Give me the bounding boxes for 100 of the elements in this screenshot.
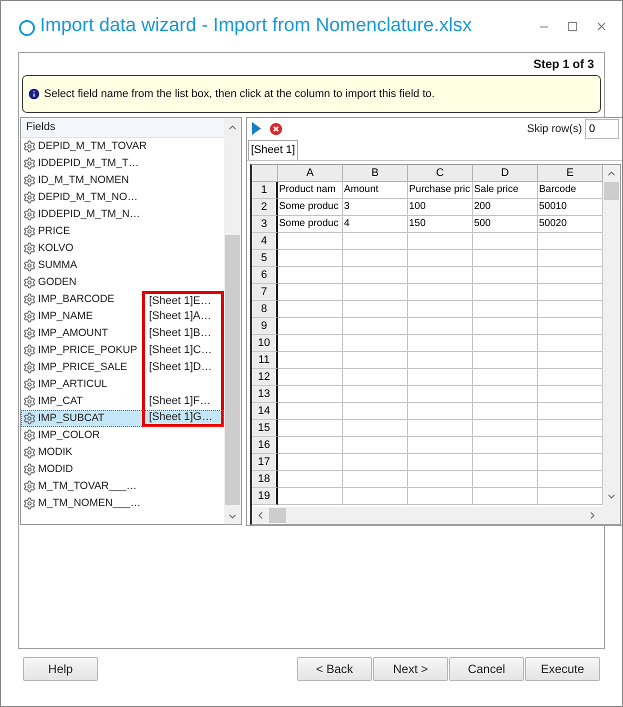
grid-cell[interactable]	[278, 420, 343, 437]
skip-rows-field[interactable]: 0	[585, 118, 619, 139]
grid-cell[interactable]	[343, 300, 408, 318]
grid-cell[interactable]	[473, 368, 538, 386]
field-item[interactable]: DEPID_M_TM_NO…	[21, 189, 224, 206]
grid-cell[interactable]	[278, 318, 343, 335]
dialog-button[interactable]: Next >	[373, 657, 448, 681]
cancel-icon[interactable]	[270, 122, 282, 135]
grid-cell[interactable]	[473, 266, 538, 284]
grid-cell[interactable]	[408, 232, 473, 250]
dialog-button[interactable]: Help	[23, 657, 98, 681]
scrollbar-thumb[interactable]	[604, 182, 619, 200]
grid-cell[interactable]	[408, 470, 473, 488]
grid-cell[interactable]	[473, 454, 538, 471]
grid-cell[interactable]	[473, 318, 538, 335]
grid-cell[interactable]	[343, 266, 408, 284]
column-header[interactable]: E	[538, 164, 603, 182]
grid-cell[interactable]	[343, 284, 408, 301]
grid-cell[interactable]	[473, 300, 538, 318]
grid-cell[interactable]	[473, 386, 538, 403]
field-item[interactable]: IMP_SUBCAT [Sheet 1]G…	[21, 410, 224, 427]
grid-cell[interactable]	[343, 334, 408, 352]
grid-cell[interactable]: Purchase pric	[408, 182, 473, 199]
grid-cell[interactable]: Some produc	[278, 216, 343, 233]
scrollbar-thumb[interactable]	[269, 508, 286, 523]
grid-cell[interactable]	[473, 420, 538, 437]
grid-cell[interactable]	[278, 470, 343, 488]
grid-cell[interactable]	[473, 232, 538, 250]
grid-cell[interactable]	[343, 232, 408, 250]
grid-cell[interactable]	[278, 250, 343, 267]
grid-cell[interactable]	[408, 402, 473, 420]
grid-cell[interactable]	[343, 488, 408, 505]
field-item[interactable]: SUMMA	[21, 257, 224, 274]
grid-cell[interactable]: Some produc	[278, 198, 343, 216]
field-item[interactable]: DEPID_M_TM_TOVAR	[21, 138, 224, 155]
grid-cell[interactable]	[278, 402, 343, 420]
field-item[interactable]: GODEN	[21, 274, 224, 291]
grid-cell[interactable]	[278, 436, 343, 454]
grid-cell[interactable]	[408, 300, 473, 318]
maximize-icon[interactable]	[567, 21, 578, 32]
grid-cell[interactable]: 150	[408, 216, 473, 233]
grid-cell[interactable]	[343, 352, 408, 369]
grid-cell[interactable]	[408, 436, 473, 454]
grid-cell[interactable]	[343, 318, 408, 335]
grid-cell[interactable]	[408, 284, 473, 301]
grid-cell[interactable]	[278, 266, 343, 284]
scrollbar-thumb[interactable]	[225, 235, 240, 505]
grid-cell[interactable]	[408, 250, 473, 267]
field-item[interactable]: ID_M_TM_NOMEN	[21, 172, 224, 189]
column-header[interactable]: B	[343, 164, 408, 182]
grid-cell[interactable]	[473, 352, 538, 369]
grid-cell[interactable]	[278, 368, 343, 386]
field-item[interactable]: IMP_COLOR	[21, 427, 224, 444]
grid-cell[interactable]	[408, 420, 473, 437]
grid-cell[interactable]	[343, 436, 408, 454]
grid-cell[interactable]	[473, 488, 538, 505]
grid-cell[interactable]	[408, 318, 473, 335]
grid-cell[interactable]	[473, 470, 538, 488]
sheet-tab[interactable]: [Sheet 1]	[248, 140, 298, 160]
field-item[interactable]: M_TM_TOVAR___…	[21, 478, 224, 495]
grid-cell[interactable]	[408, 386, 473, 403]
grid-cell[interactable]	[278, 300, 343, 318]
grid-cell[interactable]: Sale price	[473, 182, 538, 199]
column-header[interactable]: A	[278, 164, 343, 182]
grid-cell[interactable]	[278, 386, 343, 403]
grid-cell[interactable]	[408, 368, 473, 386]
grid-cell[interactable]	[473, 436, 538, 454]
grid-cell[interactable]: 3	[343, 198, 408, 216]
grid-cell[interactable]	[343, 368, 408, 386]
grid-cell[interactable]	[473, 284, 538, 301]
column-header[interactable]: C	[408, 164, 473, 182]
grid-cell[interactable]	[343, 250, 408, 267]
grid-cell[interactable]	[278, 284, 343, 301]
field-item[interactable]: PRICE	[21, 223, 224, 240]
grid-cell[interactable]	[473, 402, 538, 420]
grid-cell[interactable]	[278, 334, 343, 352]
grid-cell[interactable]	[343, 420, 408, 437]
grid-cell[interactable]	[278, 352, 343, 369]
vertical-scrollbar[interactable]	[224, 118, 241, 524]
grid-cell[interactable]: 500	[473, 216, 538, 233]
grid-cell[interactable]	[343, 470, 408, 488]
grid-cell[interactable]	[408, 334, 473, 352]
grid-cell[interactable]	[408, 352, 473, 369]
dialog-button[interactable]: Execute	[525, 657, 600, 681]
grid-cell[interactable]	[343, 402, 408, 420]
close-icon[interactable]	[595, 20, 608, 33]
dialog-button[interactable]: < Back	[297, 657, 372, 681]
field-item[interactable]: KOLVO	[21, 240, 224, 257]
grid-cell[interactable]	[473, 334, 538, 352]
grid-cell[interactable]	[473, 250, 538, 267]
grid-cell[interactable]: 100	[408, 198, 473, 216]
field-item[interactable]: MODIK	[21, 444, 224, 461]
field-item[interactable]: M_TM_NOMEN___…	[21, 495, 224, 512]
grid-cell[interactable]: 200	[473, 198, 538, 216]
field-item[interactable]: MODID	[21, 461, 224, 478]
play-icon[interactable]	[252, 122, 261, 136]
grid-cell[interactable]	[343, 386, 408, 403]
grid-cell[interactable]	[278, 232, 343, 250]
grid-cell[interactable]	[408, 266, 473, 284]
field-item[interactable]: IDDEPID_M_TM_T…	[21, 155, 224, 172]
